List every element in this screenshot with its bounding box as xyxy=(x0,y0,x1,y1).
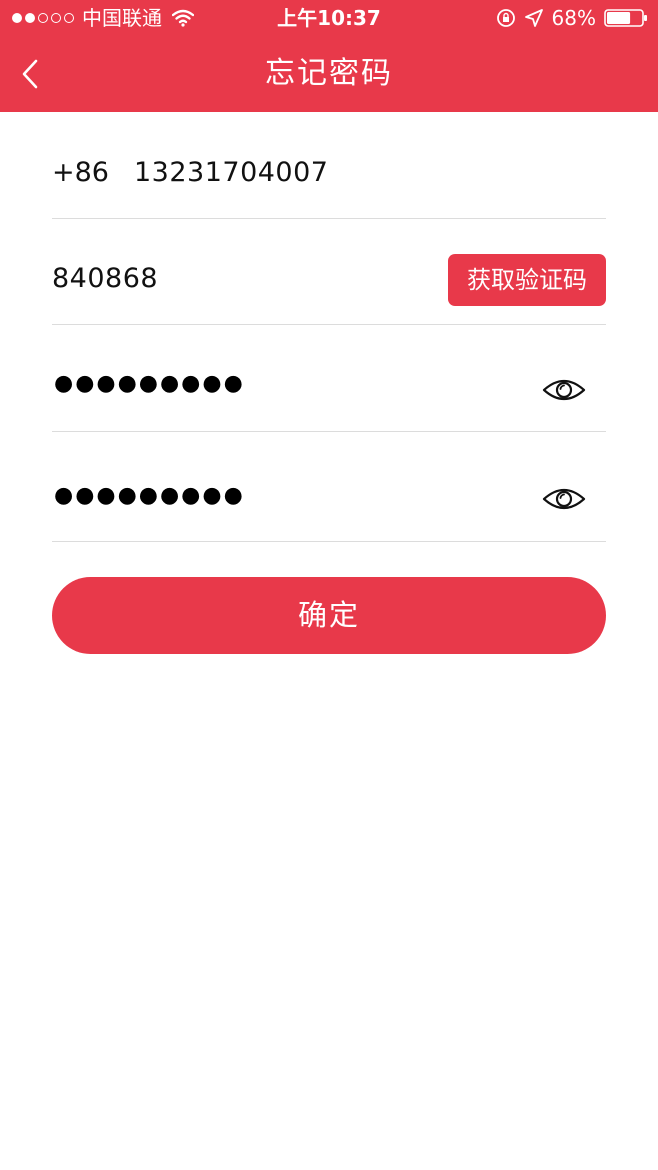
verification-code-input[interactable]: 840868 xyxy=(52,262,158,296)
rotation-lock-icon xyxy=(496,9,515,27)
get-code-button[interactable]: 获取验证码 xyxy=(448,254,606,306)
status-bar: 中国联通 上午10:37 68% xyxy=(0,0,658,36)
status-right: 68% xyxy=(496,6,648,30)
confirm-password-row: ●●●●●●●●● xyxy=(52,432,606,542)
phone-row[interactable]: +86 13231704007 xyxy=(52,112,606,219)
battery-icon xyxy=(604,9,647,27)
header-bar: 中国联通 上午10:37 68% 忘记密码 xyxy=(0,0,658,112)
forgot-password-screen: 中国联通 上午10:37 68% 忘记密码 +86 13231704007 84… xyxy=(0,0,658,1170)
battery-percent: 68% xyxy=(551,6,596,30)
eye-icon[interactable] xyxy=(542,375,586,405)
page-title: 忘记密码 xyxy=(265,56,393,91)
phone-input[interactable]: 13231704007 xyxy=(134,156,328,190)
password-input[interactable]: ●●●●●●●●● xyxy=(54,369,245,399)
confirm-password-input[interactable]: ●●●●●●●●● xyxy=(54,481,245,511)
verification-row: 840868 获取验证码 xyxy=(52,219,606,325)
password-row: ●●●●●●●●● xyxy=(52,325,606,432)
location-arrow-icon xyxy=(524,9,543,27)
eye-icon[interactable] xyxy=(542,484,586,514)
confirm-button[interactable]: 确定 xyxy=(52,577,606,654)
nav-bar: 忘记密码 xyxy=(0,36,658,112)
country-code[interactable]: +86 xyxy=(52,156,109,190)
